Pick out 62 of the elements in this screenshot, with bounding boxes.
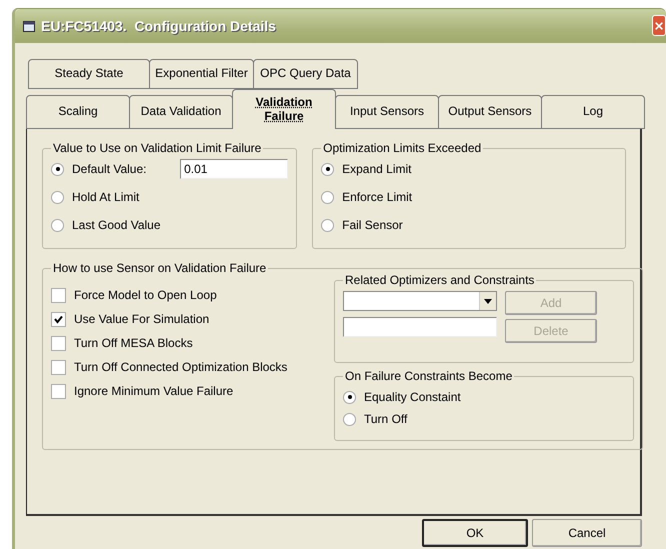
close-icon <box>654 20 664 30</box>
radio-option[interactable]: Expand Limit <box>321 159 617 179</box>
checkbox[interactable] <box>51 312 66 326</box>
caret-icon <box>484 298 492 304</box>
group-title: How to use Sensor on Validation Failure <box>52 261 268 275</box>
radio-label: Hold At Limit <box>72 190 140 204</box>
checkbox-option[interactable]: Use Value For Simulation <box>51 309 316 329</box>
group-title: Optimization Limits Exceeded <box>322 141 482 155</box>
radio-label: Last Good Value <box>72 218 161 232</box>
input-field[interactable] <box>343 317 497 337</box>
radio-label: Equality Constaint <box>364 390 461 404</box>
tab[interactable]: Log <box>541 95 645 129</box>
radio-button[interactable] <box>51 190 64 204</box>
checkbox-label: Turn Off MESA Blocks <box>74 336 193 350</box>
checkbox[interactable] <box>51 360 66 374</box>
radio-option[interactable]: Enforce Limit <box>321 187 617 207</box>
radio-button[interactable] <box>321 190 334 204</box>
dialog-button[interactable]: Cancel <box>532 519 642 547</box>
checkbox[interactable] <box>51 288 66 302</box>
group-title: Related Optimizers and Constraints <box>344 273 536 287</box>
default-value-field[interactable]: 0.01 <box>180 159 288 179</box>
radio-button[interactable] <box>321 162 334 176</box>
tab[interactable]: Steady State <box>28 59 150 89</box>
checkbox-option[interactable]: Ignore Minimum Value Failure <box>51 381 316 401</box>
dialog-button[interactable]: OK <box>422 519 528 547</box>
radio-label: Expand Limit <box>342 162 412 176</box>
checkbox-option[interactable]: Turn Off Connected Optimization Blocks <box>51 357 316 377</box>
check-icon <box>54 314 63 324</box>
radio-button[interactable] <box>51 162 64 176</box>
checkbox-label: Turn Off Connected Optimization Blocks <box>74 360 288 374</box>
radio-option[interactable]: Turn Off <box>343 409 625 429</box>
group-title: Value to Use on Validation Limit Failure <box>52 141 262 155</box>
radio-button[interactable] <box>343 390 356 404</box>
checkbox[interactable] <box>51 336 66 350</box>
dropdown-button[interactable] <box>479 292 496 310</box>
radio-button[interactable] <box>343 412 356 426</box>
radio-label: Turn Off <box>364 412 408 426</box>
radio-option[interactable]: Hold At Limit <box>51 187 140 207</box>
tab[interactable]: Validation Failure <box>232 89 336 129</box>
radio-option[interactable]: Default Value: <box>51 159 146 179</box>
tab[interactable]: Scaling <box>26 95 130 129</box>
radio-option[interactable]: Last Good Value <box>51 215 161 235</box>
checkbox-label: Use Value For Simulation <box>74 312 210 326</box>
radio-label: Fail Sensor <box>342 218 403 232</box>
window-icon <box>23 20 35 32</box>
group-title: On Failure Constraints Become <box>344 369 514 383</box>
checkbox[interactable] <box>51 384 66 398</box>
close-button[interactable] <box>652 15 666 36</box>
checkbox-option[interactable]: Force Model to Open Loop <box>51 285 316 305</box>
checkbox-label: Force Model to Open Loop <box>74 288 217 302</box>
tab[interactable]: OPC Query Data <box>253 59 358 89</box>
tab[interactable]: Exponential Filter <box>149 59 254 89</box>
checkbox-option[interactable]: Turn Off MESA Blocks <box>51 333 316 353</box>
radio-button[interactable] <box>321 218 334 232</box>
dropdown-field[interactable] <box>343 291 497 311</box>
radio-option[interactable]: Equality Constaint <box>343 387 625 407</box>
radio-label: Default Value: <box>72 162 146 176</box>
window-title: EU:FC51403. Configuration Details <box>41 18 276 34</box>
radio-option[interactable]: Fail Sensor <box>321 215 617 235</box>
radio-button[interactable] <box>51 218 64 232</box>
radio-label: Enforce Limit <box>342 190 412 204</box>
checkbox-label: Ignore Minimum Value Failure <box>74 384 234 398</box>
